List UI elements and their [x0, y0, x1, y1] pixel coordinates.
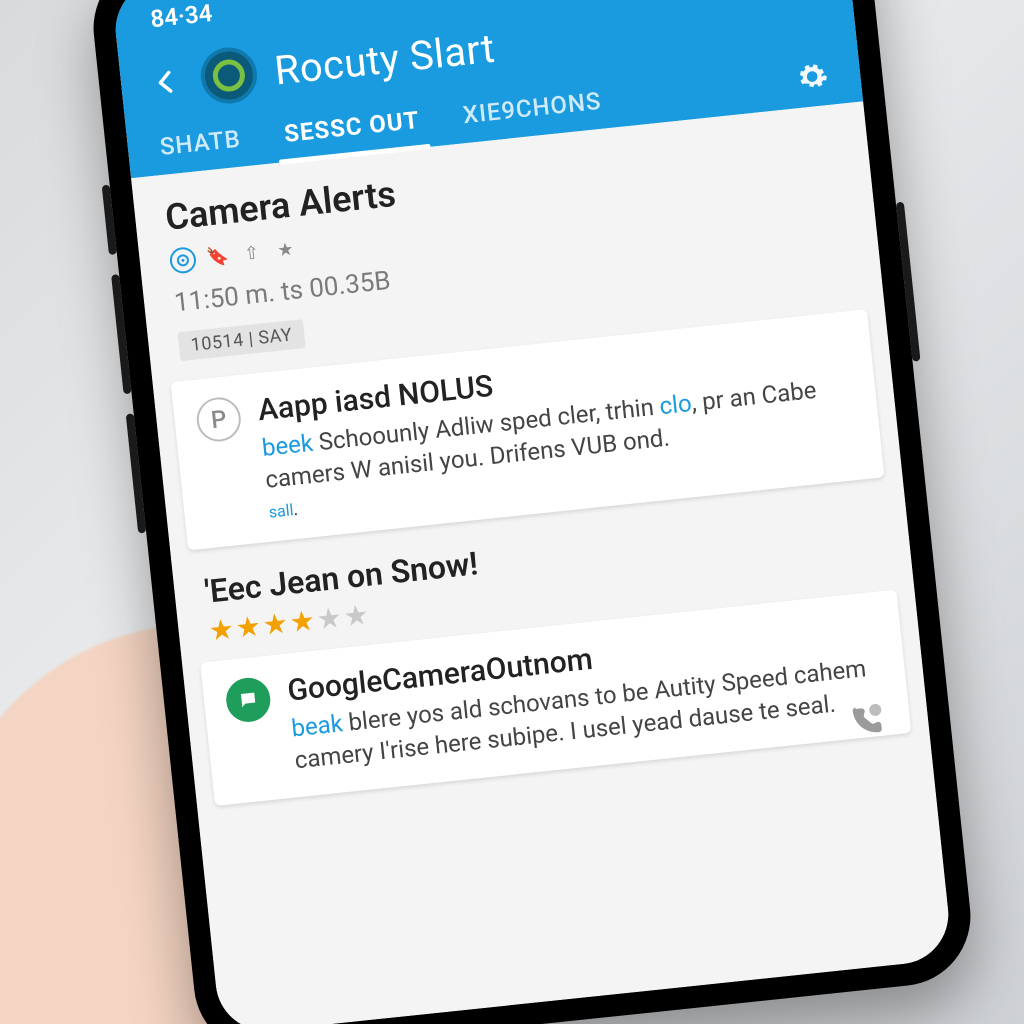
- volume-mute-switch: [102, 185, 117, 255]
- volume-down-button: [126, 413, 146, 533]
- tag-icon: 🔖: [205, 243, 231, 269]
- app-logo: [198, 45, 260, 107]
- app-title: Rocuty Slart: [272, 24, 497, 94]
- card1-link-clo[interactable]: clo: [658, 389, 693, 420]
- content-area: Camera Alerts 🔖 ⇧ ★ 11:50 m. ts 00.35B 1…: [131, 101, 953, 1024]
- volume-up-button: [111, 274, 131, 394]
- section-chip[interactable]: 10514 | SAY: [177, 319, 305, 361]
- tab-shatb[interactable]: SHATB: [153, 110, 247, 175]
- target-icon: [169, 246, 198, 275]
- card1-link-beek[interactable]: beek: [261, 429, 315, 462]
- phone-frame: 84·34 Rocuty Sla: [87, 0, 978, 1024]
- star-icon: ★: [272, 236, 298, 262]
- back-button[interactable]: [148, 63, 185, 100]
- settings-button[interactable]: [790, 55, 834, 99]
- status-time: 84·34: [149, 0, 213, 33]
- phone-call-icon[interactable]: [846, 701, 886, 745]
- power-button: [896, 202, 921, 362]
- card2-link-beak[interactable]: beak: [290, 709, 344, 742]
- chat-icon: [224, 676, 272, 724]
- card1-foot-link[interactable]: sall: [268, 500, 295, 521]
- screen: 84·34 Rocuty Sla: [111, 0, 953, 1024]
- parking-icon: P: [195, 395, 243, 443]
- upload-icon: ⇧: [238, 240, 264, 266]
